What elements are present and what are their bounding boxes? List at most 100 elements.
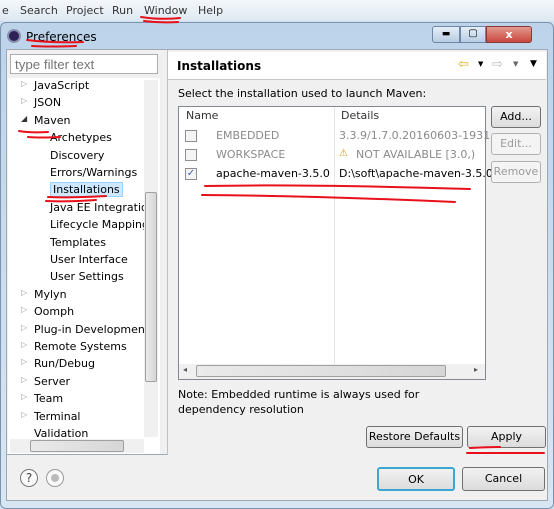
- installation-details: NOT AVAILABLE [3.0,): [356, 148, 476, 161]
- close-button[interactable]: x: [486, 26, 532, 43]
- table-row[interactable]: EMBEDDED 3.3.9/1.7.0.20160603-1931: [179, 127, 490, 145]
- collapsed-arrow-icon[interactable]: ▷: [21, 79, 27, 88]
- tree-item-java-ee-integration[interactable]: Java EE Integration: [50, 201, 155, 214]
- tree-item-maven[interactable]: ◢ Maven: [21, 113, 71, 127]
- tree-item-label: Terminal: [34, 409, 81, 423]
- tree-item-label: Lifecycle Mapping: [50, 218, 149, 232]
- eclipse-icon: [7, 29, 21, 43]
- tree-vertical-scrollbar[interactable]: [144, 80, 158, 437]
- table-row[interactable]: WORKSPACE ⚠ NOT AVAILABLE [3.0,): [179, 146, 485, 164]
- row-checkbox[interactable]: [185, 130, 197, 142]
- installation-name: apache-maven-3.5.0: [216, 167, 330, 180]
- preference-tree: ▷ JavaScript ▷ JSON ◢ Maven Archetypes Discover…: [8, 78, 160, 454]
- expanded-arrow-icon[interactable]: ◢: [21, 114, 27, 123]
- table-horizontal-scrollbar[interactable]: ◂ ▸: [179, 364, 485, 379]
- apply-button[interactable]: Apply: [467, 426, 546, 448]
- menu-edit[interactable]: e: [2, 4, 9, 17]
- collapsed-arrow-icon[interactable]: ▷: [21, 96, 27, 105]
- remove-button[interactable]: Remove: [491, 161, 541, 183]
- collapsed-arrow-icon[interactable]: ▷: [21, 305, 27, 314]
- tree-horizontal-scrollbar[interactable]: [10, 439, 144, 453]
- tree-item-user-settings[interactable]: User Settings: [50, 270, 124, 283]
- installation-name: EMBEDDED: [216, 129, 280, 142]
- row-checkbox[interactable]: [185, 149, 197, 161]
- menu-run[interactable]: Run: [112, 4, 133, 17]
- note-text: Note: Embedded runtime is always used fo…: [178, 388, 420, 416]
- collapsed-arrow-icon[interactable]: ▷: [21, 340, 27, 349]
- tree-item-label: Discovery: [50, 148, 105, 162]
- tree-item-label: User Settings: [50, 270, 124, 284]
- menu-bar: e Search Project Run Window Help: [0, 0, 554, 21]
- scroll-thumb[interactable]: [196, 365, 446, 377]
- ok-button[interactable]: OK: [377, 467, 455, 491]
- scroll-thumb[interactable]: [30, 440, 124, 452]
- tree-item-label: Plug-in Development: [34, 322, 150, 336]
- cancel-button[interactable]: Cancel: [462, 467, 545, 491]
- installation-name: WORKSPACE: [216, 148, 286, 161]
- minimize-button[interactable]: ▬: [432, 26, 460, 43]
- add-button[interactable]: Add...: [491, 106, 541, 128]
- page-header: Installations ⇦ ▼ ⇨ ▼ ▼: [168, 52, 546, 80]
- tree-item-label: Server: [34, 374, 71, 388]
- scroll-thumb[interactable]: [145, 192, 157, 382]
- tree-item-label: Run/Debug: [34, 357, 95, 371]
- tree-item-team[interactable]: ▷ Team: [21, 392, 64, 406]
- collapsed-arrow-icon[interactable]: ▷: [21, 323, 27, 332]
- forward-dropdown-icon[interactable]: ▼: [513, 60, 518, 68]
- restore-defaults-button[interactable]: Restore Defaults: [366, 426, 463, 448]
- tree-item-remote-systems[interactable]: ▷ Remote Systems: [21, 340, 127, 353]
- back-dropdown-icon[interactable]: ▼: [478, 60, 483, 68]
- installations-table: Name Details EMBEDDED 3.3.9/1.7.0.201606…: [178, 106, 493, 380]
- tree-item-label: Installations: [50, 182, 123, 198]
- tree-item-label: Maven: [34, 113, 71, 127]
- view-menu-icon[interactable]: ▼: [530, 59, 537, 69]
- tree-item-templates[interactable]: Templates: [50, 236, 106, 249]
- collapsed-arrow-icon[interactable]: ▷: [21, 392, 27, 401]
- tree-item-mylyn[interactable]: ▷ Mylyn: [21, 288, 67, 301]
- title-bar: Preferences ▬ ▢ x: [4, 26, 544, 48]
- tree-item-label: Oomph: [34, 305, 75, 319]
- tree-item-label: Errors/Warnings: [50, 166, 138, 179]
- collapsed-arrow-icon[interactable]: ▷: [21, 357, 27, 366]
- tree-item-oomph[interactable]: ▷ Oomph: [21, 305, 75, 319]
- page-title: Installations: [177, 59, 262, 73]
- tree-item-json[interactable]: ▷ JSON: [21, 96, 61, 109]
- tree-item-label: Java EE Integration: [50, 200, 155, 214]
- forward-icon[interactable]: ⇨: [492, 57, 503, 72]
- table-row[interactable]: ✓ apache-maven-3.5.0 D:\soft\apache-mave…: [179, 165, 493, 183]
- tree-item-server[interactable]: ▷ Server: [21, 374, 71, 388]
- menu-project[interactable]: Project: [66, 4, 104, 17]
- menu-window[interactable]: Window: [144, 4, 187, 17]
- row-checkbox[interactable]: ✓: [185, 168, 197, 180]
- collapsed-arrow-icon[interactable]: ▷: [21, 375, 27, 384]
- import-export-icon[interactable]: [46, 469, 64, 487]
- filter-input[interactable]: [10, 54, 158, 74]
- tree-item-user-interface[interactable]: User Interface: [50, 253, 128, 266]
- tree-item-run-debug[interactable]: ▷ Run/Debug: [21, 357, 95, 371]
- tree-item-installations[interactable]: Installations: [50, 182, 123, 198]
- tree-item-discovery[interactable]: Discovery: [50, 149, 104, 162]
- tree-item-archetypes[interactable]: Archetypes: [50, 131, 112, 144]
- help-icon[interactable]: ?: [20, 469, 38, 487]
- tree-item-errors-warnings[interactable]: Errors/Warnings: [50, 166, 137, 179]
- tree-item-label: Archetypes: [50, 131, 112, 145]
- tree-item-label: Team: [34, 392, 64, 406]
- tree-item-label: Remote Systems: [34, 340, 127, 353]
- warning-icon: ⚠: [339, 148, 348, 159]
- collapsed-arrow-icon[interactable]: ▷: [21, 410, 27, 419]
- tree-item-lifecycle-mapping[interactable]: Lifecycle Mapping: [50, 218, 149, 231]
- menu-help[interactable]: Help: [198, 4, 223, 17]
- menu-search[interactable]: Search: [20, 4, 58, 17]
- tree-item-plug-in-development[interactable]: ▷ Plug-in Development: [21, 322, 150, 336]
- edit-button[interactable]: Edit...: [491, 133, 541, 155]
- collapsed-arrow-icon[interactable]: ▷: [21, 288, 27, 297]
- back-icon[interactable]: ⇦: [458, 57, 469, 72]
- installation-details: 3.3.9/1.7.0.20160603-1931: [339, 129, 491, 142]
- tree-item-javascript[interactable]: ▷ JavaScript: [21, 79, 89, 92]
- column-header-name[interactable]: Name: [186, 109, 218, 127]
- column-header-details[interactable]: Details: [341, 109, 379, 127]
- maximize-button[interactable]: ▢: [460, 26, 486, 43]
- dialog-title: Preferences: [26, 30, 97, 44]
- installation-details: D:\soft\apache-maven-3.5.0: [339, 167, 493, 180]
- tree-item-terminal[interactable]: ▷ Terminal: [21, 409, 81, 423]
